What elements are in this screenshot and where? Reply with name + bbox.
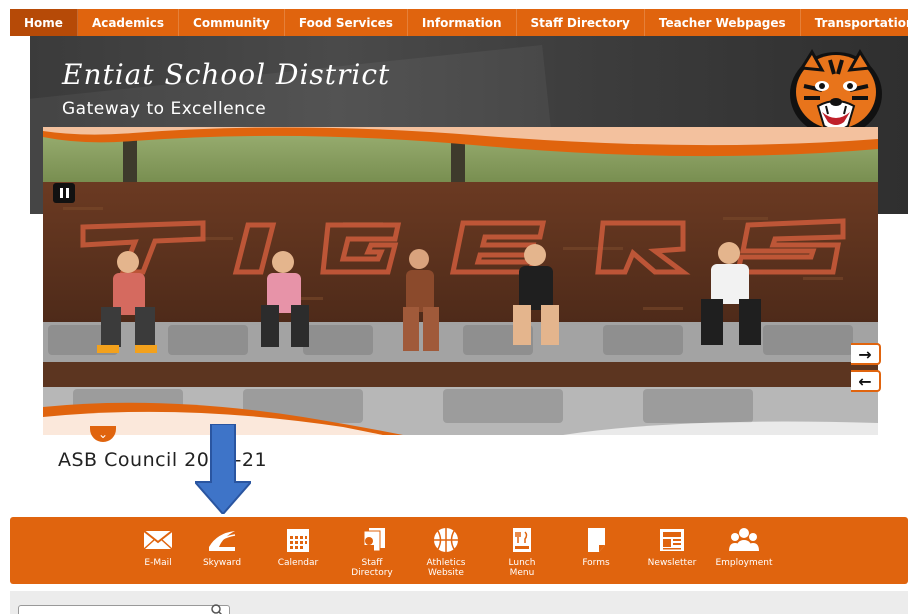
nav-information[interactable]: Information [408, 9, 517, 36]
annotation-arrow-icon [195, 424, 251, 514]
nav-home[interactable]: Home [10, 9, 78, 36]
hero-slider[interactable] [43, 127, 878, 435]
directory-icon [363, 528, 385, 552]
quick-link-label: Newsletter [647, 558, 697, 568]
quick-link-label: Employment [715, 558, 773, 568]
people-icon [729, 528, 759, 551]
nav-transportation[interactable]: Transportation [801, 9, 918, 36]
basketball-icon [434, 528, 458, 552]
page: Home Academics Community Food Services I… [0, 0, 918, 614]
quick-link-forms[interactable]: Forms [556, 525, 636, 568]
nav-community[interactable]: Community [179, 9, 285, 36]
quick-link-staff-directory[interactable]: Staff Directory [332, 525, 412, 578]
forms-icon [588, 528, 605, 552]
quick-links-bar: E-Mail Skyward Calendar Staff Directory … [10, 517, 908, 584]
quick-link-label: Lunch Menu [508, 558, 536, 578]
quick-link-label: Skyward [202, 558, 242, 568]
hero-bottom-swoosh [43, 402, 878, 435]
quick-link-label: E-Mail [144, 558, 172, 568]
pause-icon-bar [65, 188, 69, 198]
site-title[interactable]: Entiat School District [62, 58, 390, 91]
arrow-left-icon: ← [858, 371, 872, 391]
quick-link-label: Staff Directory [351, 558, 393, 578]
newsletter-icon [660, 529, 684, 551]
quick-link-employment[interactable]: Employment [704, 525, 784, 568]
tiger-logo-icon[interactable] [782, 46, 890, 140]
nav-teacher-webpages[interactable]: Teacher Webpages [645, 9, 801, 36]
skyward-icon [209, 531, 236, 551]
lunch-menu-icon [513, 528, 531, 552]
prev-slide-button[interactable]: ← [851, 370, 881, 392]
top-nav-bar: Home Academics Community Food Services I… [10, 9, 914, 36]
quick-link-label: Athletics Website [426, 558, 466, 578]
search-input[interactable] [18, 605, 230, 614]
quick-link-calendar[interactable]: Calendar [258, 525, 338, 568]
quick-link-skyward[interactable]: Skyward [182, 525, 262, 568]
arrow-right-icon: → [858, 344, 872, 364]
hero-top-swoosh [43, 127, 878, 157]
quick-link-athletics[interactable]: Athletics Website [406, 525, 486, 578]
nav-food-services[interactable]: Food Services [285, 9, 408, 36]
envelope-icon [143, 530, 173, 550]
quick-link-newsletter[interactable]: Newsletter [632, 525, 712, 568]
pause-button[interactable] [53, 183, 75, 203]
quick-link-label: Calendar [277, 558, 319, 568]
site-subtitle: Gateway to Excellence [62, 99, 267, 119]
search-icon[interactable] [210, 603, 224, 614]
chevron-down-icon[interactable]: ⌄ [90, 426, 116, 442]
nav-staff-directory[interactable]: Staff Directory [517, 9, 645, 36]
nav-academics[interactable]: Academics [78, 9, 180, 36]
pause-icon [59, 188, 63, 198]
quick-link-lunch-menu[interactable]: Lunch Menu [482, 525, 562, 578]
calendar-icon [287, 529, 309, 552]
next-slide-button[interactable]: → [851, 343, 881, 365]
top-navigation: Home Academics Community Food Services I… [0, 0, 918, 38]
quick-link-label: Forms [582, 558, 610, 568]
